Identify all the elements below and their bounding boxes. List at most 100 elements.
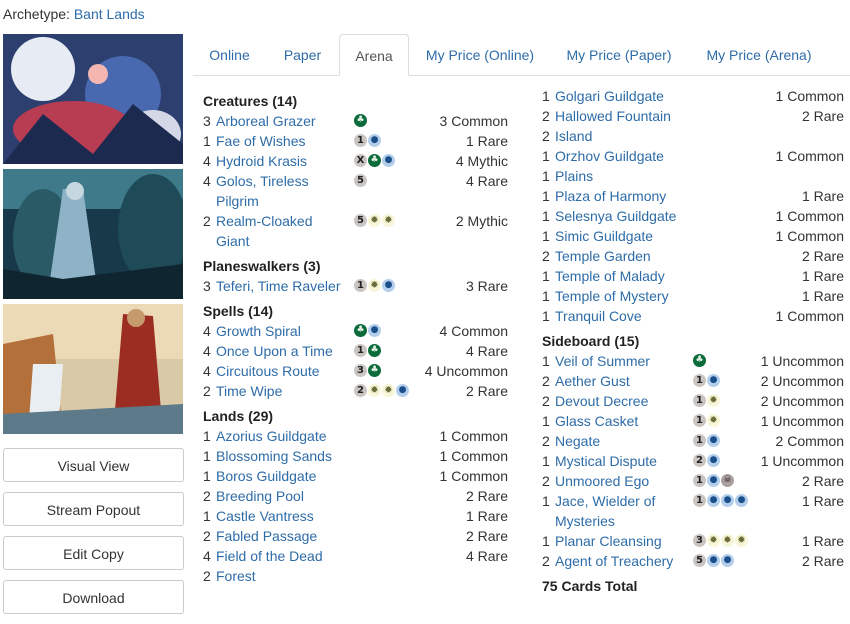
card-quantity: 2 — [203, 488, 211, 504]
card-row: 1 Glass Casket 1 ✹ 1 Uncommon — [542, 411, 844, 431]
card-link-blossoming-sands[interactable]: Blossoming Sands — [203, 446, 341, 466]
card-link-boros-guildgate[interactable]: Boros Guildgate — [203, 466, 341, 486]
card-link-fae-of-wishes[interactable]: Fae of Wishes — [203, 131, 341, 151]
tab-paper[interactable]: Paper — [270, 34, 335, 75]
card-rarity: 2 Uncommon — [760, 373, 844, 389]
white-mana-icon: ✹ — [707, 534, 720, 547]
card-rarity: 1 Uncommon — [760, 353, 844, 369]
card-link-time-wipe[interactable]: Time Wipe — [203, 381, 341, 401]
card-quantity: 1 — [203, 428, 211, 444]
cards-total: 75 Cards Total — [542, 578, 638, 594]
card-rarity: 1 Common — [775, 208, 844, 224]
tab-my-price-arena[interactable]: My Price (Arena) — [699, 34, 819, 75]
card-rarity: 2 Rare — [801, 248, 844, 264]
card-link-simic-guildgate[interactable]: Simic Guildgate — [542, 226, 695, 246]
download-button[interactable]: Download — [3, 580, 184, 614]
card-link-glass-casket[interactable]: Glass Casket — [542, 411, 695, 431]
card-quantity: 2 — [542, 128, 550, 144]
card-link-breeding-pool[interactable]: Breeding Pool — [203, 486, 341, 506]
tab-my-price-paper[interactable]: My Price (Paper) — [561, 34, 677, 75]
tab-arena[interactable]: Arena — [339, 34, 409, 76]
card-link-circuitous-route[interactable]: Circuitous Route — [203, 361, 341, 381]
card-row: 1 Golgari Guildgate 1 Common — [542, 86, 844, 106]
card-rarity: 1 Common — [439, 428, 508, 444]
white-mana-icon: ✹ — [382, 214, 395, 227]
tab-my-price-online[interactable]: My Price (Online) — [420, 34, 540, 75]
card-quantity: 4 — [203, 323, 211, 339]
mana-cost: 3 ✹ ✹ ✹ — [693, 534, 748, 548]
card-rarity: 2 Rare — [801, 473, 844, 489]
card-rarity: 1 Rare — [801, 493, 844, 509]
blue-mana-icon: ● — [707, 494, 720, 507]
card-link-mystical-dispute[interactable]: Mystical Dispute — [542, 451, 695, 471]
generic-mana-icon: 5 — [693, 554, 706, 567]
card-link-orzhov-guildgate[interactable]: Orzhov Guildgate — [542, 146, 695, 166]
card-link-plaza-of-harmony[interactable]: Plaza of Harmony — [542, 186, 695, 206]
card-quantity: 3 — [203, 113, 211, 129]
card-link-agent-of-treachery[interactable]: Agent of Treachery — [542, 551, 695, 571]
card-quantity: 1 — [542, 453, 550, 469]
mana-cost: ♣ ● — [354, 324, 381, 338]
card-link-arboreal-grazer[interactable]: Arboreal Grazer — [203, 111, 341, 131]
edit-copy-button[interactable]: Edit Copy — [3, 536, 184, 570]
mana-cost: 5 ✹ ✹ — [354, 214, 395, 228]
card-row: 1 Azorius Guildgate 1 Common — [203, 426, 508, 446]
card-link-negate[interactable]: Negate — [542, 431, 695, 451]
mana-cost: X ♣ ● — [354, 154, 395, 168]
card-link-golos-tireless-pilgrim[interactable]: Golos, Tireless Pilgrim — [203, 171, 341, 211]
card-row: 1 Temple of Mystery 1 Rare — [542, 286, 844, 306]
visual-view-button[interactable]: Visual View — [3, 448, 184, 482]
card-link-growth-spiral[interactable]: Growth Spiral — [203, 321, 341, 341]
generic-mana-icon: 2 — [693, 454, 706, 467]
card-link-teferi-time-raveler[interactable]: Teferi, Time Raveler — [203, 276, 341, 296]
stream-popout-button[interactable]: Stream Popout — [3, 492, 184, 526]
card-quantity: 2 — [203, 568, 211, 584]
card-row: 2 Realm-Cloaked Giant 5 ✹ ✹ 2 Mythic — [203, 211, 508, 251]
card-link-fabled-passage[interactable]: Fabled Passage — [203, 526, 341, 546]
card-link-hallowed-fountain[interactable]: Hallowed Fountain — [542, 106, 695, 126]
card-row: 2 Aether Gust 1 ● 2 Uncommon — [542, 371, 844, 391]
blue-mana-icon: ● — [707, 454, 720, 467]
card-link-castle-vantress[interactable]: Castle Vantress — [203, 506, 341, 526]
card-quantity: 1 — [542, 228, 550, 244]
card-link-aether-gust[interactable]: Aether Gust — [542, 371, 695, 391]
card-link-planar-cleansing[interactable]: Planar Cleansing — [542, 531, 695, 551]
card-quantity: 4 — [203, 548, 211, 564]
card-link-realm-cloaked-giant[interactable]: Realm-Cloaked Giant — [203, 211, 341, 251]
mana-cost: 5 — [354, 174, 367, 188]
card-quantity: 1 — [542, 288, 550, 304]
card-rarity: 2 Rare — [801, 108, 844, 124]
card-link-azorius-guildgate[interactable]: Azorius Guildgate — [203, 426, 341, 446]
archetype-link[interactable]: Bant Lands — [74, 6, 145, 22]
card-link-hydroid-krasis[interactable]: Hydroid Krasis — [203, 151, 341, 171]
tab-online[interactable]: Online — [197, 34, 262, 75]
card-quantity: 2 — [542, 553, 550, 569]
card-link-temple-of-malady[interactable]: Temple of Malady — [542, 266, 695, 286]
card-link-temple-garden[interactable]: Temple Garden — [542, 246, 695, 266]
card-link-devout-decree[interactable]: Devout Decree — [542, 391, 695, 411]
card-row: 2 Fabled Passage 2 Rare — [203, 526, 508, 546]
generic-mana-icon: 3 — [693, 534, 706, 547]
card-link-island[interactable]: Island — [542, 126, 695, 146]
card-rarity: 3 Common — [439, 113, 508, 129]
card-row: 1 Plaza of Harmony 1 Rare — [542, 186, 844, 206]
card-link-field-of-the-dead[interactable]: Field of the Dead — [203, 546, 341, 566]
card-link-golgari-guildgate[interactable]: Golgari Guildgate — [542, 86, 695, 106]
white-mana-icon: ✹ — [368, 214, 381, 227]
mana-cost: ♣ — [354, 114, 367, 128]
card-link-jace-wielder-of-mysteries[interactable]: Jace, Wielder of Mysteries — [542, 491, 695, 531]
card-row: 2 Island — [542, 126, 844, 146]
card-link-selesnya-guildgate[interactable]: Selesnya Guildgate — [542, 206, 695, 226]
card-link-tranquil-cove[interactable]: Tranquil Cove — [542, 306, 695, 326]
card-link-veil-of-summer[interactable]: Veil of Summer — [542, 351, 695, 371]
card-art-image-1 — [3, 34, 183, 164]
card-link-once-upon-a-time[interactable]: Once Upon a Time — [203, 341, 341, 361]
card-link-temple-of-mystery[interactable]: Temple of Mystery — [542, 286, 695, 306]
card-quantity: 1 — [542, 268, 550, 284]
white-mana-icon: ✹ — [368, 384, 381, 397]
mana-cost: 3 ♣ — [354, 364, 381, 378]
card-link-forest[interactable]: Forest — [203, 566, 341, 586]
card-link-unmoored-ego[interactable]: Unmoored Ego — [542, 471, 695, 491]
card-link-plains[interactable]: Plains — [542, 166, 695, 186]
side-button-group: Visual View Stream Popout Edit Copy Down… — [3, 448, 184, 624]
